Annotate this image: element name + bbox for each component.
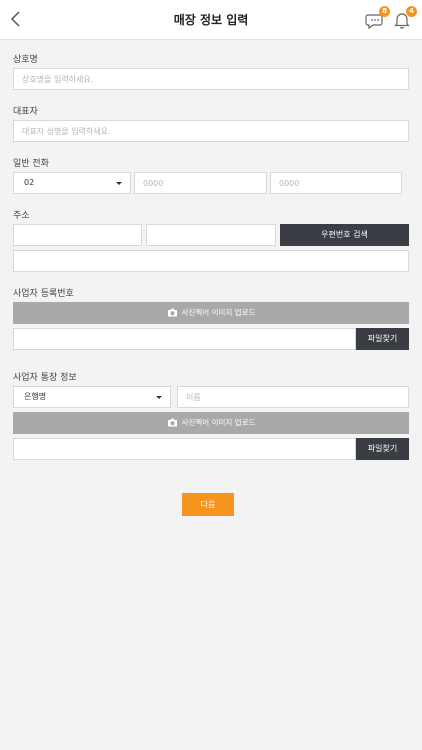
zip-search-button[interactable]: 우편번호 검색 [280, 224, 409, 246]
next-button[interactable]: 다음 [182, 493, 234, 516]
owner-label: 대표자 [13, 107, 38, 117]
zip-code-input[interactable] [13, 224, 142, 246]
biz-reg-photo-upload-button[interactable]: 사진찍어 이미지 업로드 [13, 302, 409, 324]
store-name-input[interactable] [13, 68, 409, 90]
address-main-input[interactable] [146, 224, 276, 246]
chat-button[interactable]: 8 [364, 6, 390, 31]
notification-badge: 4 [406, 6, 417, 17]
bank-file-button[interactable]: 파일찾기 [356, 438, 409, 460]
account-name-input[interactable] [177, 386, 409, 408]
bank-label: 사업자 통장 정보 [13, 373, 77, 383]
address-label: 주소 [13, 211, 30, 221]
chat-badge: 8 [379, 6, 390, 17]
phone-middle-input[interactable] [134, 172, 267, 194]
bank-select[interactable]: 은행명 [13, 386, 171, 408]
phone-label: 일반 전화 [13, 159, 49, 169]
chevron-down-icon [116, 182, 122, 185]
bank-file-input[interactable] [13, 438, 356, 460]
page-title: 매장 정보 입력 [173, 13, 249, 27]
camera-icon [167, 308, 177, 316]
area-code-value: 02 [24, 178, 35, 187]
phone-last-input[interactable] [270, 172, 402, 194]
header-bar: 매장 정보 입력 8 4 [0, 0, 422, 40]
store-name-label: 상호명 [13, 55, 38, 65]
biz-reg-file-button[interactable]: 파일찾기 [356, 328, 409, 350]
bank-upload-label: 사진찍어 이미지 업로드 [181, 418, 256, 427]
biz-reg-file-input[interactable] [13, 328, 356, 350]
biz-reg-label: 사업자 등록번호 [13, 289, 74, 299]
bank-photo-upload-button[interactable]: 사진찍어 이미지 업로드 [13, 412, 409, 434]
address-detail-input[interactable] [13, 250, 409, 272]
chevron-down-icon [156, 396, 162, 399]
camera-icon [167, 418, 177, 426]
area-code-select[interactable]: 02 [13, 172, 131, 194]
owner-input[interactable] [13, 120, 409, 142]
biz-reg-upload-label: 사진찍어 이미지 업로드 [181, 308, 256, 317]
bank-select-value: 은행명 [24, 392, 47, 401]
notification-button[interactable]: 4 [391, 6, 417, 31]
